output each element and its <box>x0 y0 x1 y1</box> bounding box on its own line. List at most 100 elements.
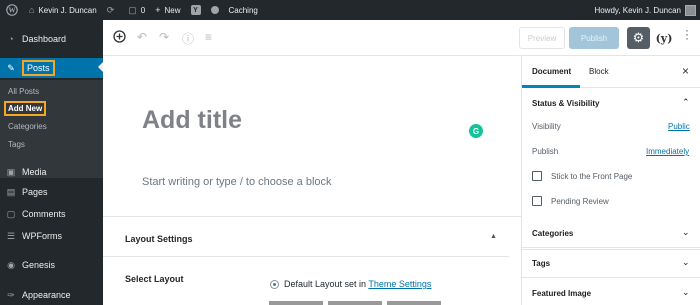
chevron-down-icon: ⌄ <box>682 257 690 267</box>
sidebar-item-label: Pages <box>22 187 48 197</box>
sidebar-item-media[interactable]: ▣ Media <box>0 163 103 181</box>
sidebar-item-appearance[interactable]: ✑ Appearance <box>0 286 103 304</box>
sidebar-item-label: WPForms <box>22 231 62 241</box>
caching-link[interactable]: Caching <box>224 0 263 20</box>
sidebar-item-label: Media <box>22 167 47 177</box>
submenu-all-posts[interactable]: All Posts <box>8 87 39 96</box>
tab-block[interactable]: Block <box>589 67 609 76</box>
redo-icon[interactable]: ↷ <box>159 30 169 44</box>
circle-icon <box>210 6 219 14</box>
forms-icon: ☰ <box>6 230 16 241</box>
editor-toolbar: ↶ ↷ ⓘ ≡ Preview Publish ⚙ (y) · · · <box>103 20 700 56</box>
sticky-label: Stick to the Front Page <box>551 172 633 181</box>
howdy-text: Howdy, Kevin J. Duncan <box>594 5 681 15</box>
post-title-input[interactable]: Add title <box>142 106 242 135</box>
preview-button[interactable]: Preview <box>519 27 565 49</box>
yoast-icon: (y) <box>655 31 673 45</box>
appearance-icon: ✑ <box>7 289 15 300</box>
gear-icon: ⚙ <box>632 30 645 45</box>
layout-option-thumbnail[interactable] <box>328 301 382 305</box>
categories-title: Categories <box>532 229 574 238</box>
svg-text:W: W <box>9 7 16 15</box>
chevron-up-icon[interactable]: ⌃ <box>682 97 690 108</box>
submenu-tags[interactable]: Tags <box>8 140 25 149</box>
dashboard-icon: ◔ <box>8 34 14 44</box>
layout-settings-header[interactable]: Layout Settings ▲ <box>103 217 509 257</box>
publish-date-toggle[interactable]: Immediately <box>646 147 689 156</box>
publish-button[interactable]: Publish <box>569 27 619 49</box>
info-icon[interactable]: ⓘ <box>182 30 194 47</box>
chevron-down-icon: ⌄ <box>682 287 690 297</box>
block-appender[interactable]: Start writing or type / to choose a bloc… <box>142 176 332 188</box>
chevron-down-icon: ⌄ <box>682 227 690 237</box>
undo-icon[interactable]: ↶ <box>137 30 147 44</box>
sidebar-item-posts[interactable]: ✎ Posts <box>0 58 103 78</box>
genesis-icon: ◉ <box>7 259 15 270</box>
layout-settings-metabox: Layout Settings ▲ Select Layout Default … <box>103 216 521 305</box>
close-icon[interactable]: × <box>682 64 689 78</box>
layout-option-thumbnail[interactable] <box>387 301 441 305</box>
comments-count: 0 <box>140 5 146 15</box>
yoast-menu[interactable]: Y <box>186 0 206 20</box>
sidebar-item-genesis[interactable]: ◉ Genesis <box>0 256 103 274</box>
list-view-icon[interactable]: ≡ <box>205 30 212 44</box>
more-options-button[interactable]: · · · <box>680 24 694 44</box>
sidebar-item-comments[interactable]: ▢ Comments <box>0 205 103 223</box>
sticky-checkbox[interactable] <box>532 171 542 181</box>
updates-link[interactable]: ⟳ <box>102 0 124 20</box>
tags-panel[interactable]: Tags ⌄ <box>522 248 700 278</box>
sidebar-item-pages[interactable]: ▤ Pages <box>0 183 103 201</box>
plus-icon: + <box>155 5 161 15</box>
tags-title: Tags <box>532 259 551 268</box>
admin-sidebar: ◔ Dashboard ✎ Posts All Posts Add New Ca… <box>0 20 103 305</box>
sidebar-item-label: Appearance <box>22 290 71 300</box>
pending-review-label: Pending Review <box>551 197 609 206</box>
default-layout-text: Default Layout set in <box>284 279 369 289</box>
sidebar-item-label: Dashboard <box>22 34 67 44</box>
pending-review-checkbox[interactable] <box>532 196 542 206</box>
yoast-icon: Y <box>190 5 201 15</box>
tab-document[interactable]: Document <box>532 67 571 76</box>
default-layout-label: Default Layout set in Theme Settings <box>284 279 431 289</box>
default-layout-radio[interactable] <box>270 280 279 289</box>
submenu-add-new[interactable]: Add New <box>4 101 47 116</box>
new-label: New <box>164 5 181 15</box>
refresh-icon: ⟳ <box>106 4 115 15</box>
editor-canvas: Add title G Start writing or type / to c… <box>103 56 521 305</box>
pin-icon: ✎ <box>7 62 15 73</box>
publish-label: Publish <box>532 147 559 156</box>
status-visibility-title[interactable]: Status & Visibility <box>532 99 599 108</box>
site-name: Kevin J. Duncan <box>38 5 97 15</box>
status-dot[interactable] <box>206 0 224 20</box>
admin-bar: W ⌂ Kevin J. Duncan ⟳ ▢ 0 + New Y Cachin… <box>0 0 700 20</box>
submenu-categories[interactable]: Categories <box>8 122 47 131</box>
select-layout-label: Select Layout <box>125 274 184 284</box>
media-icon: ▣ <box>6 166 16 177</box>
home-icon: ⌂ <box>29 5 35 15</box>
collapse-triangle-icon[interactable]: ▲ <box>490 233 497 240</box>
sidebar-item-wpforms[interactable]: ☰ WPForms <box>0 227 103 245</box>
categories-panel[interactable]: Categories ⌄ <box>522 218 700 248</box>
grammarly-icon[interactable]: G <box>469 124 483 138</box>
theme-settings-link[interactable]: Theme Settings <box>368 279 431 289</box>
comments-link[interactable]: ▢ 0 <box>123 0 150 20</box>
settings-button[interactable]: ⚙ <box>627 27 650 49</box>
new-content-link[interactable]: + New <box>150 0 185 20</box>
visibility-label: Visibility <box>532 122 561 131</box>
site-name-link[interactable]: ⌂ Kevin J. Duncan <box>24 0 102 20</box>
layout-option-thumbnail[interactable] <box>269 301 323 305</box>
vertical-ellipsis-icon: · · · <box>685 23 689 45</box>
wordpress-logo-icon[interactable]: W <box>0 0 24 20</box>
yoast-button[interactable]: (y) <box>654 27 674 49</box>
settings-sidebar: Document Block × Status & Visibility ⌃ V… <box>521 56 700 305</box>
sidebar-item-label: Posts <box>22 60 55 76</box>
my-account[interactable]: Howdy, Kevin J. Duncan <box>589 0 700 20</box>
settings-tabs: Document Block × <box>522 56 700 88</box>
sidebar-item-dashboard[interactable]: ◔ Dashboard <box>0 30 103 48</box>
avatar <box>685 4 696 16</box>
featured-image-title: Featured Image <box>532 289 592 298</box>
visibility-toggle[interactable]: Public <box>668 122 690 131</box>
sidebar-item-label: Comments <box>22 209 66 219</box>
featured-image-panel[interactable]: Featured Image ⌄ <box>522 278 700 305</box>
add-block-icon[interactable] <box>113 30 126 46</box>
